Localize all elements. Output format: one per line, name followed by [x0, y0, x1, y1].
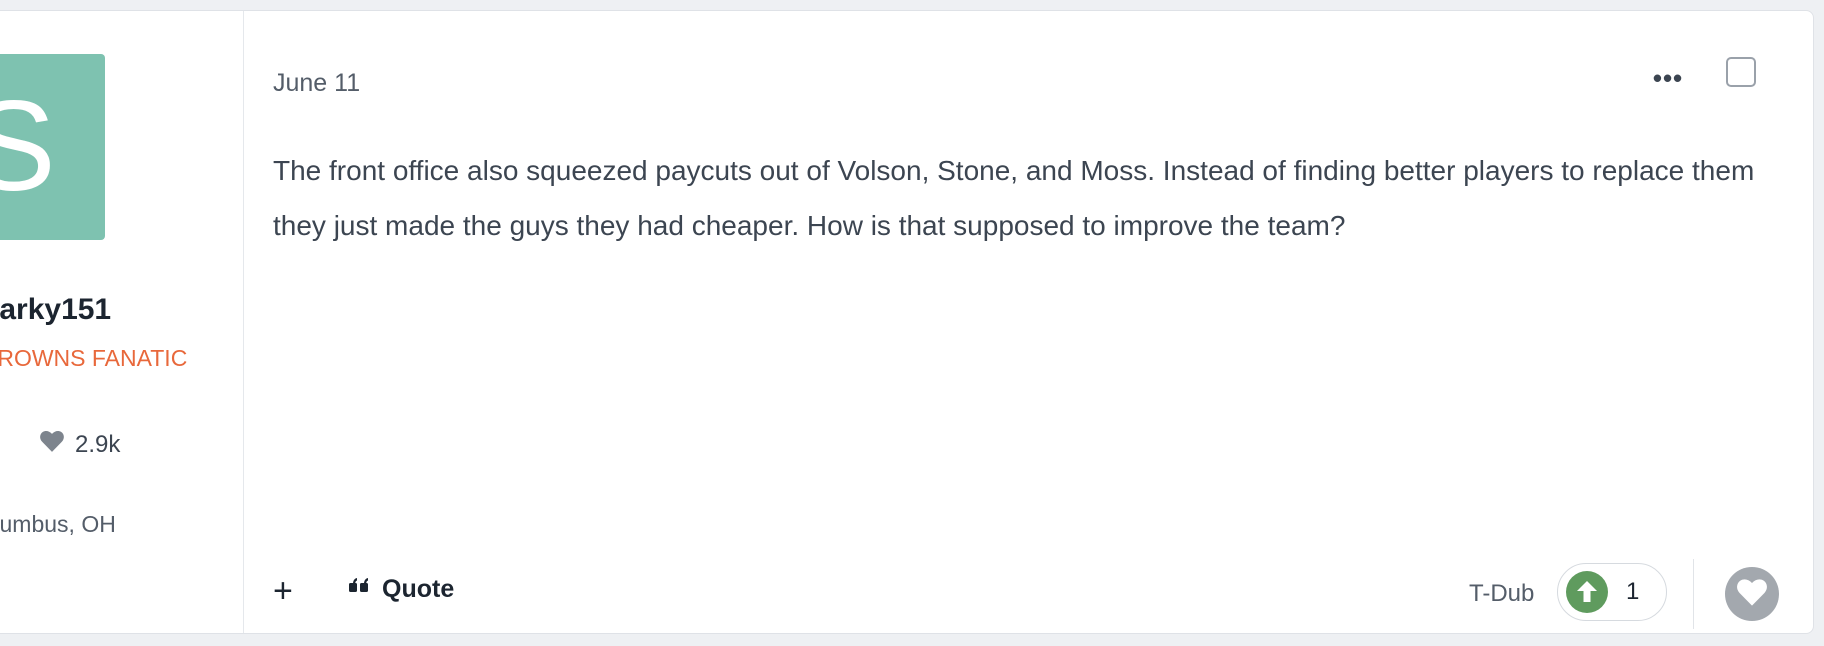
select-post-checkbox[interactable] [1726, 57, 1756, 87]
avatar-letter: S [0, 54, 105, 240]
more-options-button[interactable]: ••• [1648, 63, 1688, 93]
heart-icon [39, 429, 65, 460]
quote-label: Quote [382, 575, 455, 603]
reaction-count: 1 [1626, 578, 1640, 605]
quote-icon [348, 575, 370, 604]
post-body: The front office also squeezed paycuts o… [273, 155, 1755, 241]
multiquote-button[interactable]: + [273, 574, 293, 608]
reaction-summary[interactable]: 1 [1557, 563, 1667, 621]
footer-divider [1693, 559, 1694, 629]
post-footer: + Quote T-Dub 1 [243, 559, 1813, 629]
avatar[interactable]: S [0, 54, 105, 240]
arrow-up-circle-icon [1566, 571, 1608, 613]
reputation-count: 2.9k [39, 429, 120, 460]
forum-post: S Sparky151 BROWNS FANATIC 2.9k Columbus… [0, 10, 1814, 634]
reacted-by-user[interactable]: T-Dub [1469, 580, 1534, 608]
quote-button[interactable]: Quote [348, 575, 454, 604]
heart-icon [1735, 577, 1769, 612]
post-content: June 11 ••• The front office also squeez… [243, 11, 1813, 633]
author-location: Columbus, OH [0, 511, 116, 537]
like-button[interactable] [1725, 567, 1779, 621]
author-panel: S Sparky151 BROWNS FANATIC 2.9k Columbus… [0, 11, 244, 633]
author-name[interactable]: Sparky151 [0, 293, 111, 327]
reputation-value: 2.9k [75, 430, 121, 458]
post-date[interactable]: June 11 [273, 69, 360, 98]
author-title: BROWNS FANATIC [0, 345, 188, 371]
